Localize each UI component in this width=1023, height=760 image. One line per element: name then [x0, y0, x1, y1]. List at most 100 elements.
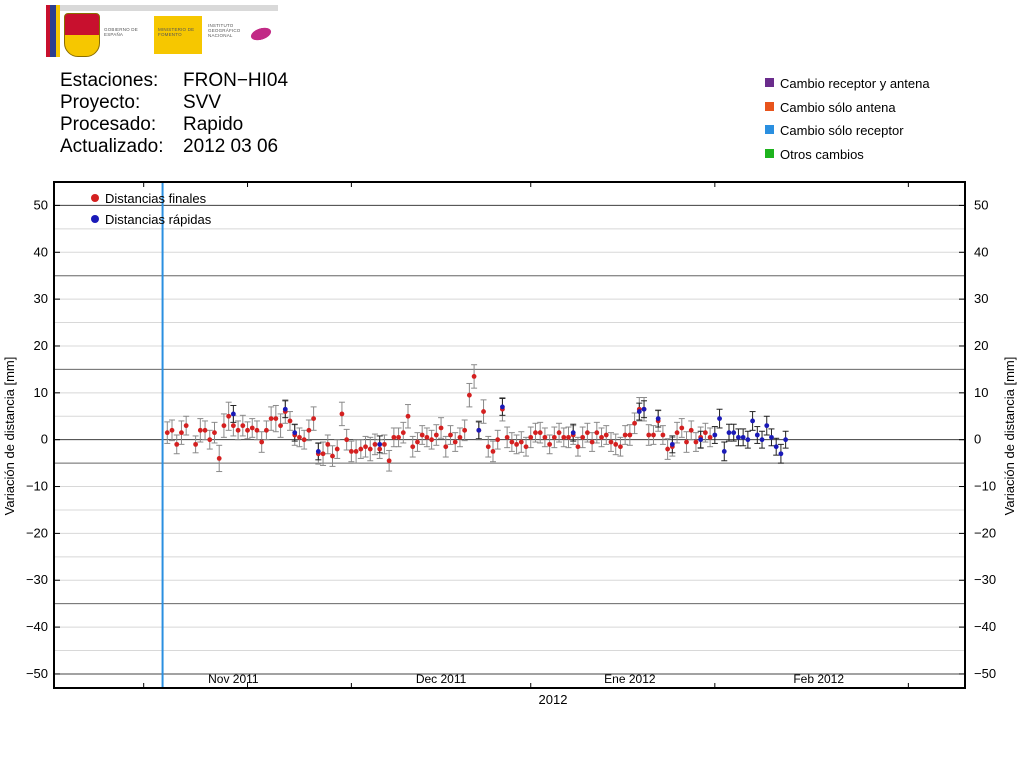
data-point	[400, 430, 406, 436]
data-point	[405, 413, 411, 419]
data-point	[627, 432, 633, 438]
y-tick-label-left: −10	[26, 479, 48, 494]
data-point	[495, 437, 501, 443]
data-point	[736, 434, 741, 440]
data-point	[169, 427, 175, 433]
data-point	[344, 437, 350, 443]
data-point	[382, 441, 387, 447]
y-tick-label-left: −40	[26, 619, 48, 634]
x-tick-label: Nov 2011	[208, 672, 259, 686]
y-tick-label-left: 0	[41, 432, 48, 447]
data-point	[589, 439, 595, 445]
data-point	[476, 427, 482, 433]
data-point	[745, 437, 751, 443]
data-point	[363, 444, 368, 450]
data-point	[523, 444, 529, 450]
data-point	[377, 441, 383, 447]
data-point	[759, 437, 765, 443]
y-tick-label-right: 50	[974, 197, 988, 212]
y-tick-label-right: −20	[974, 525, 996, 540]
data-point	[249, 425, 255, 431]
data-point	[580, 434, 586, 440]
data-point	[457, 434, 463, 440]
data-point	[466, 392, 472, 398]
data-point	[273, 416, 279, 422]
data-point	[537, 430, 543, 436]
data-point	[245, 427, 250, 433]
data-point	[636, 409, 642, 414]
legend-marker	[91, 215, 99, 223]
data-point	[226, 413, 232, 419]
data-point	[528, 434, 534, 440]
y-axis-label-left: Variación de distancia [mm]	[2, 357, 17, 516]
data-point	[292, 430, 298, 436]
data-point	[448, 432, 453, 438]
y-tick-label-left: 50	[34, 197, 48, 212]
data-point	[712, 432, 718, 438]
data-point	[608, 439, 614, 445]
data-point	[377, 446, 383, 452]
data-point	[254, 427, 260, 433]
data-point	[721, 448, 727, 454]
data-point	[754, 432, 760, 438]
data-point	[665, 446, 671, 452]
data-point	[679, 425, 685, 431]
data-point	[618, 444, 623, 450]
data-point	[547, 441, 553, 447]
data-point	[443, 444, 449, 450]
data-point	[622, 432, 628, 438]
y-tick-label-right: −50	[974, 666, 996, 681]
data-point	[264, 427, 269, 433]
y-tick-label-right: 40	[974, 244, 988, 259]
data-point	[684, 439, 689, 445]
data-point	[688, 427, 694, 433]
data-point	[268, 416, 274, 422]
data-point	[452, 439, 458, 445]
x-tick-label: Feb 2012	[793, 672, 844, 686]
data-point	[584, 430, 590, 436]
data-point	[415, 439, 420, 445]
data-point	[750, 418, 755, 424]
data-point	[235, 427, 241, 433]
legend-marker	[91, 194, 99, 202]
data-point	[221, 423, 227, 429]
data-point	[282, 406, 288, 412]
data-point	[561, 434, 567, 440]
data-point	[164, 430, 170, 436]
data-point	[396, 434, 401, 440]
data-point	[599, 434, 604, 440]
data-point	[315, 448, 321, 454]
data-point	[353, 448, 359, 454]
data-point	[514, 441, 519, 447]
data-point	[490, 448, 496, 454]
plot-frame	[53, 181, 966, 689]
data-point	[603, 432, 609, 438]
data-point	[230, 411, 236, 417]
data-point	[764, 423, 770, 429]
data-point	[197, 427, 203, 433]
data-point	[410, 444, 416, 450]
data-point	[570, 430, 576, 436]
data-point	[500, 404, 505, 410]
data-point	[740, 434, 746, 440]
data-point	[542, 434, 548, 440]
x-tick-label: Ene 2012	[604, 672, 656, 686]
data-point	[372, 441, 378, 447]
y-tick-label-left: −30	[26, 572, 48, 587]
data-point	[278, 423, 283, 429]
data-point	[212, 430, 217, 436]
data-point	[731, 430, 737, 436]
data-point	[240, 423, 246, 429]
data-point	[367, 446, 373, 452]
data-point	[471, 374, 477, 379]
y-tick-label-left: 30	[34, 291, 48, 306]
y-tick-label-right: 0	[974, 432, 981, 447]
data-point	[641, 406, 647, 412]
data-point	[301, 437, 307, 443]
data-point	[769, 434, 774, 440]
data-point	[660, 432, 666, 438]
data-point	[698, 437, 704, 443]
legend-label: Distancias finales	[105, 191, 207, 206]
data-point	[207, 437, 213, 443]
data-point	[726, 430, 732, 436]
